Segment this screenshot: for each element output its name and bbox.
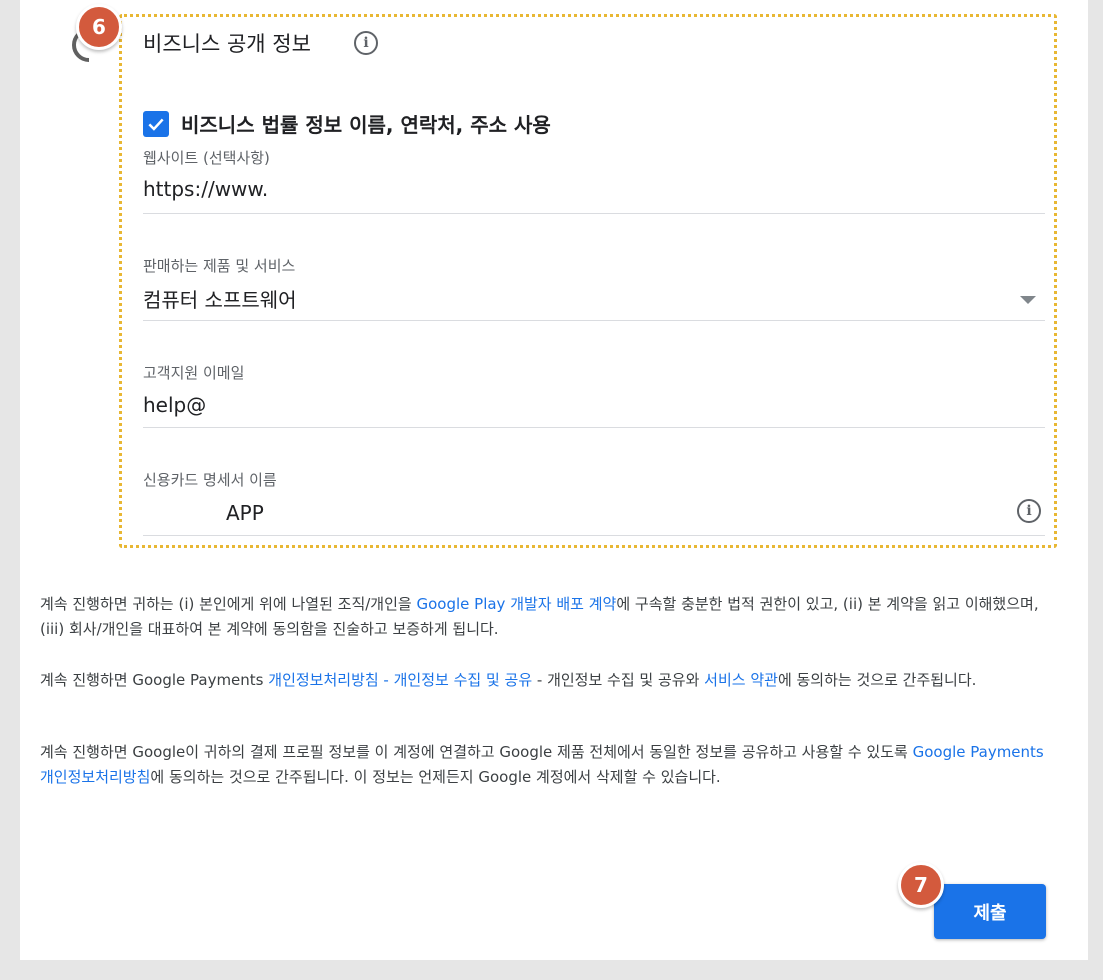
legal-info-checkbox[interactable] — [143, 111, 169, 137]
card-name-info-icon[interactable]: i — [1017, 499, 1041, 523]
products-underline — [143, 320, 1045, 321]
checkmark-icon — [148, 118, 164, 131]
support-email-input[interactable]: help@ — [143, 393, 206, 417]
website-underline — [143, 213, 1045, 214]
highlight-box — [119, 14, 1057, 548]
legal-paragraph-2: 계속 진행하면 Google Payments 개인정보처리방침 - 개인정보 … — [40, 671, 977, 689]
website-label: 웹사이트 (선택사항) — [143, 149, 270, 167]
step-badge-6: 6 — [76, 4, 122, 50]
submit-button[interactable]: 제출 — [934, 884, 1046, 939]
website-input[interactable]: https://www. — [143, 177, 268, 201]
developer-agreement-link[interactable]: Google Play 개발자 배포 계약 — [416, 595, 616, 613]
legal-info-checkbox-label[interactable]: 비즈니스 법률 정보 이름, 연락처, 주소 사용 — [181, 109, 551, 138]
support-email-label: 고객지원 이메일 — [143, 364, 245, 382]
privacy-policy-link[interactable]: 개인정보처리방침 - 개인정보 수집 및 공유 — [268, 671, 532, 689]
section-title: 비즈니스 공개 정보 — [143, 32, 311, 56]
terms-of-service-link[interactable]: 서비스 약관 — [704, 671, 778, 689]
products-select[interactable]: 컴퓨터 소프트웨어 — [143, 284, 297, 313]
card-name-input[interactable]: APP — [226, 501, 264, 525]
legal-paragraph-3: 계속 진행하면 Google이 귀하의 결제 프로필 정보를 이 계정에 연결하… — [40, 743, 1044, 786]
card-name-label: 신용카드 명세서 이름 — [143, 471, 277, 489]
products-label: 판매하는 제품 및 서비스 — [143, 257, 296, 275]
dropdown-arrow-icon[interactable] — [1020, 296, 1036, 304]
info-icon[interactable]: i — [354, 31, 378, 55]
card-name-underline — [143, 535, 1045, 536]
step-badge-7: 7 — [898, 862, 944, 908]
support-email-underline — [143, 427, 1045, 428]
legal-paragraph-1: 계속 진행하면 귀하는 (i) 본인에게 위에 나열된 조직/개인을 Googl… — [40, 595, 1039, 638]
